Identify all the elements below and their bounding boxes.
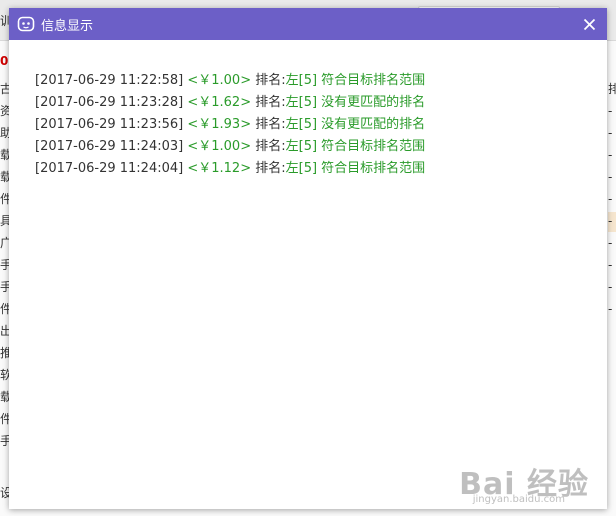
- close-icon: [583, 18, 595, 30]
- background-text: 排: [608, 82, 616, 96]
- info-dialog: 信息显示 [2017-06-29 11:22:58] <￥1.00> 排名:左[…: [9, 8, 607, 509]
- log-rank-label: 排名:: [255, 73, 286, 88]
- log-timestamp: [2017-06-29 11:24:03]: [35, 139, 184, 154]
- log-price: <￥1.93>: [187, 117, 252, 132]
- log-price: <￥1.00>: [187, 139, 252, 154]
- log-timestamp: [2017-06-29 11:23:28]: [35, 95, 184, 110]
- log-entry: [2017-06-29 11:24:03] <￥1.00> 排名:左[5] 符合…: [35, 136, 607, 158]
- log-result: 左[5] 符合目标排名范围: [285, 139, 426, 154]
- log-result: 左[5] 符合目标排名范围: [285, 73, 426, 88]
- log-timestamp: [2017-06-29 11:22:58]: [35, 73, 184, 88]
- log-rank-label: 排名:: [255, 161, 286, 176]
- log-result: 左[5] 没有更匹配的排名: [285, 95, 426, 110]
- log-result: 左[5] 没有更匹配的排名: [285, 117, 426, 132]
- background-text: -: [608, 126, 613, 140]
- background-text: -: [608, 214, 613, 228]
- background-text: -: [608, 148, 613, 162]
- log-timestamp: [2017-06-29 11:23:56]: [35, 117, 184, 132]
- background-text: -: [608, 104, 613, 118]
- log-price: <￥1.00>: [187, 73, 252, 88]
- log-price: <￥1.12>: [187, 161, 252, 176]
- log-rank-label: 排名:: [255, 95, 286, 110]
- log-rank-label: 排名:: [255, 117, 286, 132]
- close-button[interactable]: [579, 14, 599, 34]
- watermark-url: jingyan.baidu.com: [472, 494, 565, 505]
- log-result: 左[5] 符合目标排名范围: [285, 161, 426, 176]
- background-text: -: [608, 170, 613, 184]
- dialog-title: 信息显示: [41, 18, 94, 34]
- robot-icon: [17, 15, 35, 33]
- dialog-titlebar[interactable]: 信息显示: [9, 8, 607, 40]
- baidu-watermark: Bai 经验 jingyan.baidu.com: [459, 459, 589, 505]
- background-text: -: [608, 192, 613, 206]
- log-entry: [2017-06-29 11:23:56] <￥1.93> 排名:左[5] 没有…: [35, 114, 607, 136]
- background-text: -: [608, 302, 613, 316]
- log-entry: [2017-06-29 11:24:04] <￥1.12> 排名:左[5] 符合…: [35, 158, 607, 180]
- background-text: -: [608, 236, 613, 250]
- background-text: -: [608, 280, 613, 294]
- background-text: -: [608, 258, 613, 272]
- log-list: [2017-06-29 11:22:58] <￥1.00> 排名:左[5] 符合…: [9, 40, 607, 180]
- log-price: <￥1.62>: [187, 95, 252, 110]
- log-rank-label: 排名:: [255, 139, 286, 154]
- log-entry: [2017-06-29 11:23:28] <￥1.62> 排名:左[5] 没有…: [35, 92, 607, 114]
- log-entry: [2017-06-29 11:22:58] <￥1.00> 排名:左[5] 符合…: [35, 70, 607, 92]
- log-timestamp: [2017-06-29 11:24:04]: [35, 161, 184, 176]
